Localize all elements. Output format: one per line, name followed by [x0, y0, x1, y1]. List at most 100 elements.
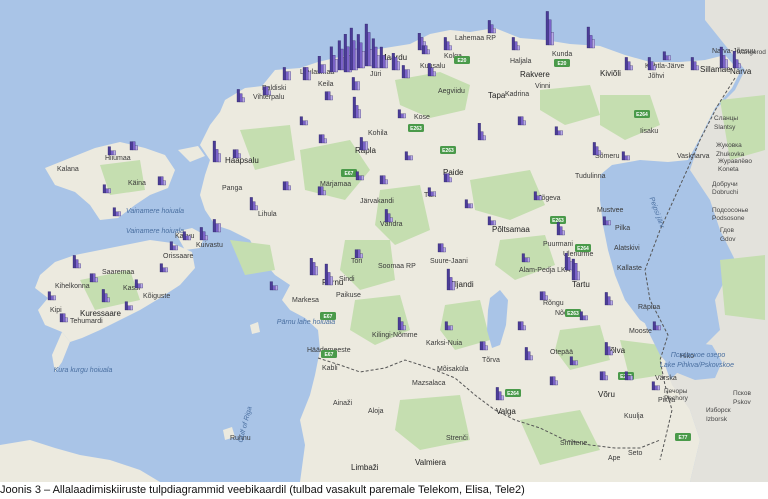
map-view[interactable]: MaarduJüriKeilaLaulasmaaPaldiskiVihterpa… — [0, 0, 768, 482]
bar-telekom — [299, 116, 303, 126]
bar-telekom — [318, 134, 322, 144]
bar-telekom — [554, 126, 558, 136]
bar-elisa — [382, 175, 386, 185]
bar-tele2 — [78, 263, 81, 269]
bar-telekom — [397, 109, 401, 119]
bar-tele2 — [163, 180, 166, 186]
bar-telekom — [379, 46, 383, 69]
bar-telekom — [249, 197, 253, 211]
bar-elisa — [346, 46, 350, 73]
russia-place-label: Добручи — [712, 180, 738, 188]
place-label: Tapa — [488, 91, 506, 100]
water-label: Kura kurgu hoiuala — [54, 367, 113, 374]
bar-elisa — [589, 35, 593, 49]
russia-place-label: Журавлёво — [718, 158, 752, 165]
bar-telekom — [599, 371, 603, 381]
place-label: Narva — [730, 67, 752, 76]
bar-tele2 — [308, 71, 311, 81]
bar-telekom — [337, 40, 341, 71]
bar-elisa — [498, 391, 502, 401]
bar-tele2 — [449, 45, 452, 51]
bar-telekom — [621, 151, 625, 161]
bar-tele2 — [65, 317, 68, 323]
bar-elisa — [480, 131, 484, 141]
place-label: Järvakandi — [360, 198, 394, 205]
bar-elisa — [185, 235, 189, 241]
bar-tele2 — [433, 71, 436, 77]
bar-elisa — [374, 46, 378, 69]
place-label: Alatskivi — [614, 245, 640, 252]
bar-telekom — [397, 317, 401, 331]
bar-telekom — [282, 181, 286, 191]
water-label: Vainamere hoiuala — [126, 228, 184, 235]
bar-telekom — [356, 34, 360, 69]
bar-elisa — [602, 371, 606, 381]
bar-telekom — [579, 311, 583, 321]
place-label: Soomaa RP — [378, 263, 416, 270]
bar-telekom — [569, 356, 573, 366]
bar-elisa — [352, 40, 356, 71]
bar-tele2 — [390, 217, 393, 223]
place-label: Jõhvi — [648, 73, 665, 80]
bar-elisa — [722, 55, 726, 69]
place-label: Suure-Jaani — [430, 258, 468, 265]
bar-telekom — [624, 371, 628, 381]
place-label: Kabli — [322, 365, 338, 372]
bar-tele2 — [738, 63, 741, 69]
place-label: Tõrva — [482, 357, 500, 364]
place-label: Kohila — [368, 130, 388, 137]
place-label: Lahemaa RP — [455, 35, 496, 42]
bar-tele2 — [485, 345, 488, 351]
bar-elisa — [490, 220, 494, 226]
russia-place-label: Изборск — [706, 406, 731, 414]
bar-tele2 — [493, 28, 496, 34]
bar-tele2 — [385, 179, 388, 185]
road-shield-label: E264 — [507, 391, 519, 397]
bar-elisa — [367, 32, 371, 67]
place-label: Panga — [222, 185, 242, 192]
bar-tele2 — [562, 230, 565, 236]
bar-tele2 — [630, 375, 633, 381]
bar-tele2 — [657, 385, 660, 391]
place-label: Mõisaküla — [437, 366, 469, 373]
bar-elisa — [404, 69, 408, 79]
place-label: Smiltene — [560, 440, 587, 447]
bar-tele2 — [403, 113, 406, 119]
place-label: Rõngu — [543, 300, 564, 307]
bar-tele2 — [255, 205, 258, 211]
bar-telekom — [349, 27, 353, 71]
bar-elisa — [572, 360, 576, 366]
russia-place-label: Гдов — [720, 227, 734, 234]
russia-place-label: Podsosone — [712, 215, 745, 222]
bar-telekom — [602, 216, 606, 226]
bar-tele2 — [108, 188, 111, 194]
bar-elisa — [693, 61, 697, 71]
bar-elisa — [137, 283, 141, 289]
bar-telekom — [446, 268, 450, 291]
place-label: Otepää — [550, 349, 573, 356]
place-label: Karksi-Nuia — [426, 340, 462, 347]
bar-elisa — [514, 41, 518, 51]
bar-elisa — [548, 19, 552, 46]
bar-elisa — [320, 186, 324, 196]
road-shield: E67 — [320, 312, 336, 320]
bar-elisa — [355, 105, 359, 119]
bar-tele2 — [551, 32, 554, 46]
bar-tele2 — [268, 90, 271, 96]
bar-tele2 — [610, 300, 613, 306]
bar-tele2 — [427, 49, 430, 55]
bar-telekom — [352, 96, 356, 119]
place-label: Kipi — [50, 307, 62, 314]
road-shield-label: E263 — [567, 311, 579, 317]
bar-tele2 — [188, 235, 191, 241]
place-label: Käina — [128, 180, 146, 187]
bar-telekom — [732, 51, 736, 69]
place-label: Kiviõli — [600, 69, 621, 78]
bar-tele2 — [242, 97, 245, 103]
bar-elisa — [215, 149, 219, 163]
bar-elisa — [354, 81, 358, 91]
bar-telekom — [604, 292, 608, 306]
bar-telekom — [364, 23, 368, 67]
bar-elisa — [394, 57, 398, 71]
bar-telekom — [427, 187, 431, 197]
